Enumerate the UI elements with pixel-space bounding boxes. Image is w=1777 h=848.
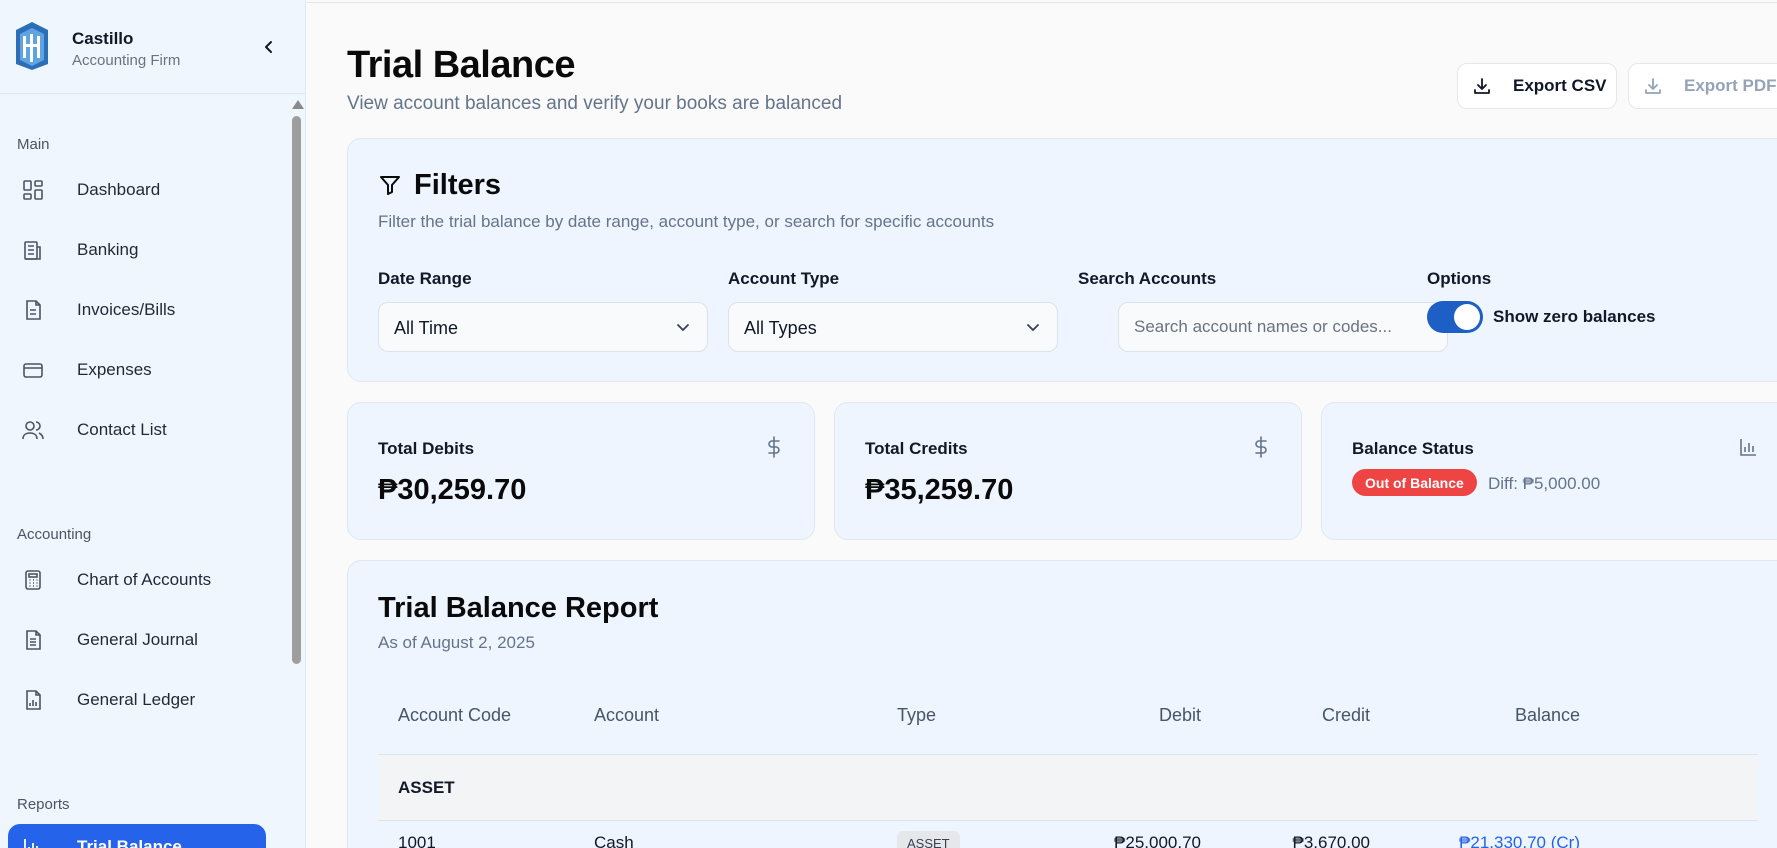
total-debits-card: Total Debits ₱30,259.70 <box>347 402 815 540</box>
nav-section-accounting: Accounting <box>17 526 92 543</box>
nav-section-main: Main <box>17 136 50 153</box>
column-header-account[interactable]: Account <box>594 705 659 726</box>
brand-subtitle: Accounting Firm <box>72 52 181 69</box>
chevron-down-icon <box>677 324 689 332</box>
filters-card: Filters Filter the trial balance by date… <box>347 138 1777 382</box>
invoice-icon <box>26 300 41 320</box>
sidebar-item-label: Dashboard <box>77 180 161 199</box>
sidebar-item-label: General Ledger <box>77 690 196 709</box>
collapse-sidebar-button[interactable] <box>258 36 280 58</box>
download-icon <box>1645 78 1661 94</box>
calculator-icon <box>25 570 41 590</box>
date-range-value: All Time <box>394 318 459 338</box>
sidebar: Castillo Accounting Firm Main Dashboard … <box>0 0 306 848</box>
sidebar-item-invoices-bills[interactable]: Invoices/Bills <box>8 287 266 333</box>
app-root: Castillo Accounting Firm Main Dashboard … <box>0 0 1777 848</box>
total-credits-label: Total Credits <box>865 439 968 458</box>
sidebar-item-general-journal[interactable]: General Journal <box>8 617 266 663</box>
balance-status-card: Balance Status Out of Balance Diff: ₱5,0… <box>1321 402 1777 540</box>
bar-chart-icon <box>1740 439 1756 456</box>
sidebar-item-contact-list[interactable]: Contact List <box>8 407 266 453</box>
credit-card-icon <box>23 363 43 378</box>
scrollbar-thumb[interactable] <box>292 116 301 664</box>
sidebar-item-expenses[interactable]: Expenses <box>8 347 266 393</box>
row-account-name[interactable]: Cash <box>594 833 634 848</box>
banking-icon <box>24 241 41 260</box>
search-accounts-label: Search Accounts <box>1078 269 1217 288</box>
dollar-icon <box>768 436 780 458</box>
brand-header: Castillo Accounting Firm <box>0 0 306 94</box>
export-pdf-button[interactable]: Export PDF <box>1628 63 1777 109</box>
column-header-type[interactable]: Type <box>897 705 936 726</box>
column-header-debit[interactable]: Debit <box>1111 705 1201 726</box>
page-title: Trial Balance <box>347 44 575 86</box>
sidebar-item-banking[interactable]: Banking <box>8 227 266 273</box>
total-credits-card: Total Credits ₱35,259.70 <box>834 402 1302 540</box>
sidebar-item-label: Contact List <box>77 420 167 439</box>
date-range-select[interactable]: All Time <box>378 302 708 352</box>
top-divider <box>307 2 1777 3</box>
show-zero-balances-toggle[interactable] <box>1427 301 1483 333</box>
sidebar-item-dashboard[interactable]: Dashboard <box>8 167 266 213</box>
group-label: ASSET <box>398 778 455 797</box>
report-icon <box>26 690 41 710</box>
chevron-down-icon <box>1027 324 1039 332</box>
brand-name: Castillo <box>72 29 134 48</box>
column-header-credit[interactable]: Credit <box>1280 705 1370 726</box>
report-title: Trial Balance Report <box>378 592 659 624</box>
sidebar-item-label: Banking <box>77 240 139 259</box>
sidebar-scrollbar[interactable] <box>290 96 304 848</box>
total-credits-value: ₱35,259.70 <box>865 474 1014 506</box>
balance-diff: Diff: ₱5,000.00 <box>1488 474 1601 493</box>
sidebar-item-label: Expenses <box>77 360 152 379</box>
row-account-code: 1001 <box>398 833 436 848</box>
export-csv-button[interactable]: Export CSV <box>1457 63 1617 109</box>
total-debits-value: ₱30,259.70 <box>378 474 527 506</box>
column-header-account-code[interactable]: Account Code <box>398 705 511 726</box>
export-pdf-label: Export PDF <box>1684 76 1777 95</box>
chevron-left-icon <box>265 41 272 53</box>
row-balance: ₱21,330.70 (Cr) <box>1459 833 1580 848</box>
sidebar-item-label: Trial Balance <box>77 837 182 848</box>
sidebar-item-label: General Journal <box>77 630 198 649</box>
download-icon <box>1474 78 1490 94</box>
sidebar-item-label: Chart of Accounts <box>77 570 212 589</box>
date-range-label: Date Range <box>378 269 472 288</box>
total-debits-label: Total Debits <box>378 439 475 458</box>
search-accounts-input[interactable] <box>1118 302 1448 352</box>
group-row-asset: ASSET <box>378 756 1758 821</box>
filter-icon <box>380 176 400 195</box>
report-date: As of August 2, 2025 <box>378 633 535 652</box>
nav-section-reports: Reports <box>17 796 70 813</box>
scroll-up-arrow-icon[interactable] <box>292 100 304 109</box>
sidebar-item-general-ledger[interactable]: General Ledger <box>8 677 266 723</box>
account-type-value: All Types <box>744 318 817 338</box>
filters-title: Filters <box>414 169 502 201</box>
main-content: Trial Balance View account balances and … <box>307 0 1777 848</box>
row-debit: ₱25,000.70 <box>1114 833 1201 848</box>
page-subtitle: View account balances and verify your bo… <box>347 93 843 114</box>
options-label: Options <box>1427 269 1492 288</box>
filters-description: Filter the trial balance by date range, … <box>378 212 995 231</box>
account-type-select[interactable]: All Types <box>728 302 1058 352</box>
show-zero-balances-label: Show zero balances <box>1493 307 1656 326</box>
account-type-label: Account Type <box>728 269 840 288</box>
export-csv-label: Export CSV <box>1513 76 1607 95</box>
bar-chart-icon <box>24 839 38 848</box>
users-icon <box>22 421 44 440</box>
document-icon <box>26 630 41 650</box>
company-logo-icon <box>16 22 48 70</box>
out-of-balance-badge: Out of Balance <box>1352 469 1477 496</box>
row-type-chip: ASSET <box>897 831 960 848</box>
sidebar-item-label: Invoices/Bills <box>77 300 176 319</box>
row-credit: ₱3,670.00 <box>1292 833 1370 848</box>
trial-balance-report-card: Trial Balance Report As of August 2, 202… <box>347 560 1777 848</box>
toggle-knob <box>1454 304 1480 330</box>
balance-status-label: Balance Status <box>1352 439 1474 458</box>
sidebar-item-chart-of-accounts[interactable]: Chart of Accounts <box>8 557 266 603</box>
column-header-balance[interactable]: Balance <box>1490 705 1580 726</box>
dashboard-icon <box>23 180 43 200</box>
sidebar-item-trial-balance[interactable]: Trial Balance <box>8 824 266 848</box>
dollar-icon <box>1255 436 1267 458</box>
